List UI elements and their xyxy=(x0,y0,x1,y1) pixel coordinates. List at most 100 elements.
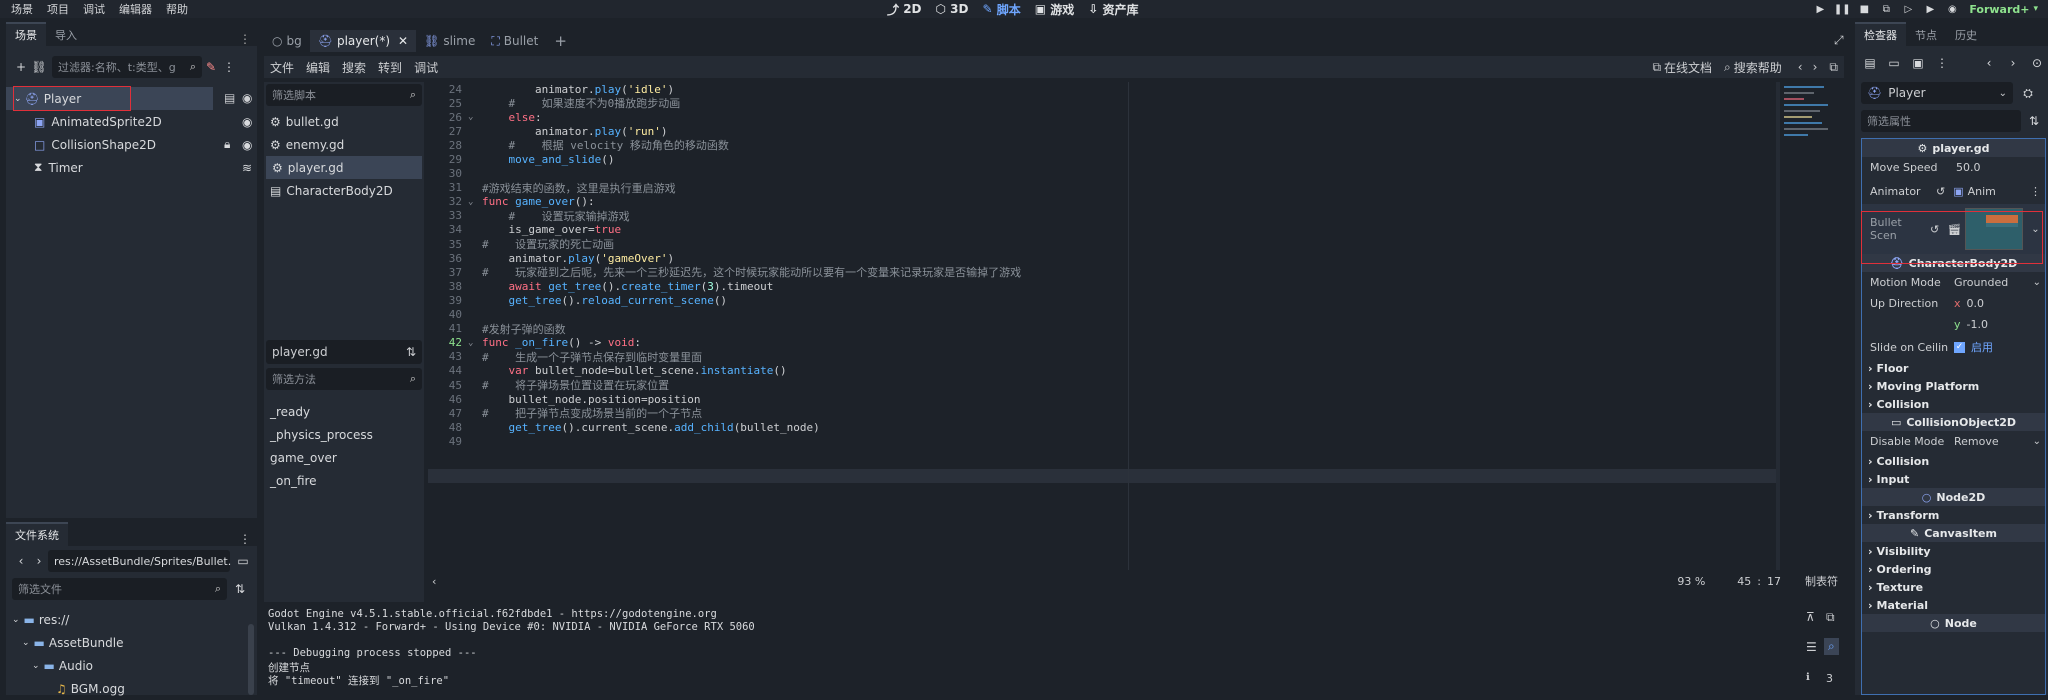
menu-debug[interactable]: 调试 xyxy=(83,1,105,17)
group-floor[interactable]: › Floor xyxy=(1862,359,2045,377)
property-filter-input[interactable]: 筛选属性 xyxy=(1861,110,2021,132)
method-filter-input[interactable]: 筛选方法 ⌕ xyxy=(266,368,422,390)
script-section-header[interactable]: ⚙ player.gd xyxy=(1862,139,2045,157)
tab-player[interactable]: ⛑ player(*) ✕ xyxy=(309,30,417,52)
tab-bg[interactable]: ○ bg xyxy=(264,34,310,48)
back-icon[interactable]: ‹ xyxy=(12,554,30,568)
group-collision[interactable]: › Collision xyxy=(1862,452,2045,470)
group-visibility[interactable]: › Visibility xyxy=(1862,542,2045,560)
group-ordering[interactable]: › Ordering xyxy=(1862,560,2045,578)
copy-icon[interactable]: ⧉ xyxy=(1826,610,1835,625)
menu-project[interactable]: 项目 xyxy=(47,1,69,17)
script-menu-edit[interactable]: 编辑 xyxy=(306,59,330,76)
file-filter-input[interactable]: 筛选文件 ⌕ xyxy=(12,578,227,600)
up-direction-x[interactable]: 0.0 xyxy=(1967,297,1985,310)
zoom-level[interactable]: 93 % xyxy=(1677,575,1705,588)
tab-node[interactable]: 节点 xyxy=(1906,24,1946,46)
script-item-bullet[interactable]: ⚙ bullet.gd xyxy=(264,110,424,133)
script-attach-icon[interactable]: ✎ xyxy=(202,60,220,74)
group-material[interactable]: › Material xyxy=(1862,596,2045,614)
main-screen-game[interactable]: ▣ 游戏 xyxy=(1028,0,1082,18)
tab-filesystem[interactable]: 文件系统 xyxy=(6,522,68,546)
remote-debug-icon[interactable]: ⧉ xyxy=(1875,4,1897,15)
checkbox-checked-icon[interactable]: ✓ xyxy=(1954,341,1965,353)
search-help-button[interactable]: 搜索帮助 xyxy=(1734,59,1782,76)
main-screen-assetlib[interactable]: ⇩ 资产库 xyxy=(1081,0,1145,18)
minimap[interactable] xyxy=(1780,82,1840,202)
pause-icon[interactable]: ❚❚ xyxy=(1831,4,1853,15)
close-icon[interactable]: ✕ xyxy=(398,34,408,48)
group-collision[interactable]: › Collision xyxy=(1862,395,2045,413)
tab-history[interactable]: 历史 xyxy=(1946,24,1986,46)
main-screen-2d[interactable]: ⤴ 2D xyxy=(880,0,929,18)
move-speed-value[interactable]: 50.0 xyxy=(1956,161,1981,174)
toggle-panel-icon[interactable]: ‹ xyxy=(432,575,436,588)
scene-filter-input[interactable]: 过滤器:名称、t:类型、g ⌕ xyxy=(52,56,202,78)
method-item[interactable]: _on_fire xyxy=(264,469,424,492)
menu-scene[interactable]: 场景 xyxy=(11,1,33,17)
fs-item-assetbundle[interactable]: ⌄ ▬ AssetBundle xyxy=(12,631,252,654)
script-menu-search[interactable]: 搜索 xyxy=(342,59,366,76)
info-icon[interactable]: ℹ xyxy=(1806,672,1810,683)
menu-dots-icon[interactable]: ⋮ xyxy=(239,32,251,46)
script-item-enemy[interactable]: ⚙ enemy.gd xyxy=(264,133,424,156)
link-icon[interactable]: ⛓ xyxy=(30,60,48,74)
script-menu-goto[interactable]: 转到 xyxy=(378,59,402,76)
new-resource-icon[interactable]: ▤ xyxy=(1861,56,1879,70)
split-view-icon[interactable]: ▭ xyxy=(234,554,252,568)
clear-icon[interactable]: ⊼ xyxy=(1806,610,1815,624)
fold-arrow-icon[interactable]: ⌄ xyxy=(468,197,482,207)
tab-import[interactable]: 导入 xyxy=(46,24,86,46)
filter-icon[interactable]: ☰ xyxy=(1806,640,1817,654)
code-editor[interactable]: 24 animator. play('idle') 25 # 如果速度不为0播放跑步… xyxy=(428,82,1828,570)
menu-dots-icon[interactable]: ⋮ xyxy=(239,532,251,546)
menu-dots-icon[interactable]: ⋮ xyxy=(2030,185,2041,198)
forward-icon[interactable]: › xyxy=(30,554,48,568)
group-transform[interactable]: › Transform xyxy=(1862,506,2045,524)
object-selector[interactable]: ⛑ Player ⌄ xyxy=(1861,82,2013,104)
main-screen-script[interactable]: ✎ 脚本 xyxy=(975,0,1027,18)
tree-node-timer[interactable]: ⧗ Timer ≋ xyxy=(6,156,257,179)
play-icon[interactable]: ▶ xyxy=(1809,4,1831,15)
scrollbar[interactable] xyxy=(248,624,254,695)
movie-icon[interactable]: ◉ xyxy=(1941,4,1963,15)
save-icon[interactable]: ▣ xyxy=(1909,56,1927,70)
tab-bullet[interactable]: ⛶ Bullet xyxy=(483,34,546,49)
script-filter-input[interactable]: 筛选脚本 ⌕ xyxy=(266,84,422,106)
menu-dots-icon[interactable]: ⋮ xyxy=(220,60,238,74)
script-icon[interactable]: ▤ xyxy=(224,91,235,105)
code-scrollbar[interactable] xyxy=(1776,82,1780,570)
fold-arrow-icon[interactable]: ⌄ xyxy=(468,112,482,122)
group-texture[interactable]: › Texture xyxy=(1862,578,2045,596)
play-custom-icon[interactable]: ▶ xyxy=(1919,4,1941,15)
forward-icon[interactable]: › xyxy=(2004,56,2022,70)
sort-icon[interactable]: ⇅ xyxy=(231,582,249,596)
disable-mode-select[interactable]: Remove xyxy=(1954,435,1999,448)
tab-inspector[interactable]: 检查器 xyxy=(1855,22,1906,46)
animator-value[interactable]: Anim xyxy=(1968,185,1996,198)
up-direction-y[interactable]: -1.0 xyxy=(1967,318,1988,331)
back-icon[interactable]: ‹ xyxy=(1980,56,1998,70)
visibility-eye-icon[interactable]: ◉ xyxy=(242,91,252,105)
main-screen-3d[interactable]: ⬡ 3D xyxy=(929,0,976,18)
method-item[interactable]: game_over xyxy=(264,446,424,469)
sort-icon[interactable]: ⇅ xyxy=(406,345,416,359)
fold-arrow-icon[interactable]: ⌄ xyxy=(468,338,482,348)
sort-icon[interactable]: ⇅ xyxy=(2025,114,2043,128)
signal-icon[interactable]: ≋ xyxy=(242,161,252,175)
filesystem-path-input[interactable]: res://AssetBundle/Sprites/Bullet. xyxy=(48,550,231,572)
fs-item-bgm[interactable]: ♫ BGM.ogg xyxy=(12,677,252,700)
tree-node-collisionshape2d[interactable]: □ CollisionShape2D 🔒︎ ◉ xyxy=(6,133,257,156)
online-docs-button[interactable]: 在线文档 xyxy=(1664,59,1712,76)
fs-item-res[interactable]: ⌄ ▬ res:// xyxy=(12,608,252,631)
fs-item-audio[interactable]: ⌄ ▬ Audio xyxy=(12,654,252,677)
fullscreen-icon[interactable]: ⤢ xyxy=(1834,33,1844,48)
visibility-eye-icon[interactable]: ◉ xyxy=(242,115,252,129)
add-node-icon[interactable]: + xyxy=(12,60,30,74)
lock-icon[interactable]: 🔒︎ xyxy=(224,137,230,152)
load-icon[interactable]: ▭ xyxy=(1885,56,1903,70)
menu-dots-icon[interactable]: ⋮ xyxy=(1933,56,1951,70)
tree-node-animatedsprite2d[interactable]: ▣ AnimatedSprite2D ◉ xyxy=(6,110,257,133)
method-item[interactable]: _physics_process xyxy=(264,423,424,446)
add-tab-button[interactable]: + xyxy=(546,32,575,50)
